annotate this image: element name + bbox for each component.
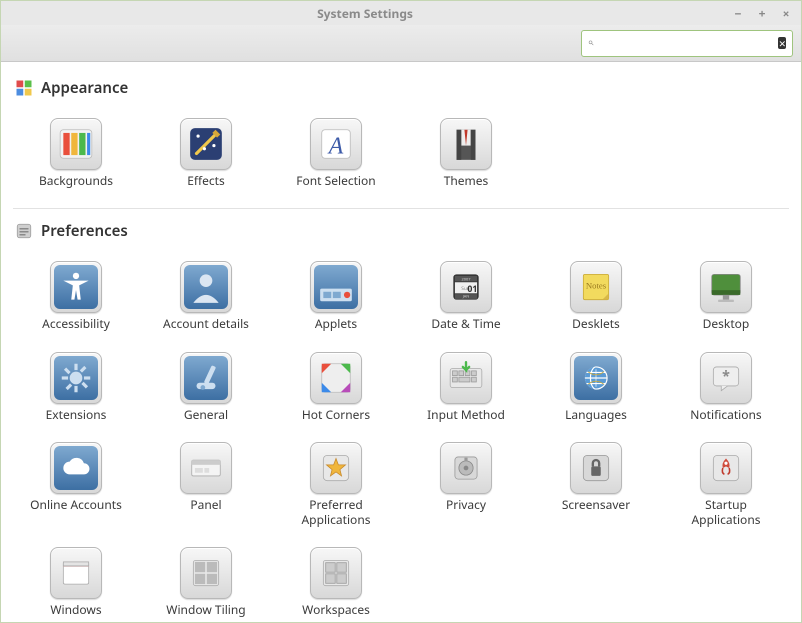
- section-header-preferences: Preferences: [7, 209, 795, 251]
- content: Appearance Backgrounds Effects A Font Selec…: [1, 62, 801, 622]
- svg-text:A: A: [327, 134, 344, 160]
- datetime-icon: 2007Sun01JAN: [440, 261, 492, 313]
- settings-item-privacy[interactable]: Privacy: [401, 438, 531, 531]
- svg-text:01: 01: [467, 283, 477, 295]
- settings-item-effects[interactable]: Effects: [141, 114, 271, 192]
- maximize-button[interactable]: +: [755, 5, 769, 22]
- extensions-icon: [50, 352, 102, 404]
- applets-icon: [310, 261, 362, 313]
- svg-text:2007: 2007: [461, 278, 471, 283]
- desktop-icon: [700, 261, 752, 313]
- preferences-grid: AccessibilityAccount detailsApplets2007S…: [7, 251, 795, 622]
- item-label: Privacy: [446, 498, 486, 512]
- clear-search-button[interactable]: ✕: [778, 37, 786, 49]
- section-title-preferences: Preferences: [41, 221, 128, 241]
- settings-item-tiling[interactable]: Window Tiling: [141, 543, 271, 621]
- item-label: Online Accounts: [30, 498, 122, 512]
- item-label: Desklets: [572, 317, 620, 331]
- item-label: Window Tiling: [166, 603, 245, 617]
- settings-item-workspaces[interactable]: Workspaces: [271, 543, 401, 621]
- settings-item-general[interactable]: General: [141, 348, 271, 426]
- item-label: Input Method: [427, 408, 505, 422]
- appearance-section-icon: [15, 79, 33, 97]
- item-label: Backgrounds: [39, 174, 113, 188]
- general-icon: [180, 352, 232, 404]
- item-label: Startup Applications: [671, 498, 781, 527]
- item-label: Panel: [190, 498, 221, 512]
- settings-item-startup[interactable]: Startup Applications: [661, 438, 791, 531]
- close-button[interactable]: ×: [779, 5, 793, 22]
- settings-item-desktop[interactable]: Desktop: [661, 257, 791, 335]
- settings-item-applets[interactable]: Applets: [271, 257, 401, 335]
- item-label: Accessibility: [42, 317, 110, 331]
- account-icon: [180, 261, 232, 313]
- section-title-appearance: Appearance: [41, 78, 128, 98]
- item-label: Workspaces: [302, 603, 370, 617]
- settings-item-notifications[interactable]: * Notifications: [661, 348, 791, 426]
- themes-icon: [440, 118, 492, 170]
- screensaver-icon: [570, 442, 622, 494]
- settings-item-panel[interactable]: Panel: [141, 438, 271, 531]
- settings-item-account[interactable]: Account details: [141, 257, 271, 335]
- item-label: Windows: [50, 603, 101, 617]
- settings-item-datetime[interactable]: 2007Sun01JAN Date & Time: [401, 257, 531, 335]
- appearance-grid: Backgrounds Effects A Font Selection Themes: [7, 108, 795, 208]
- privacy-icon: [440, 442, 492, 494]
- item-label: General: [184, 408, 228, 422]
- settings-item-screensaver[interactable]: Screensaver: [531, 438, 661, 531]
- settings-item-accessibility[interactable]: Accessibility: [11, 257, 141, 335]
- settings-item-cloud[interactable]: Online Accounts: [11, 438, 141, 531]
- item-label: Desktop: [703, 317, 750, 331]
- windows-icon: [50, 547, 102, 599]
- settings-item-desklets[interactable]: Notes Desklets: [531, 257, 661, 335]
- section-header-appearance: Appearance: [7, 74, 795, 108]
- window-title: System Settings: [9, 5, 721, 22]
- inputmethod-icon: [440, 352, 492, 404]
- settings-item-extensions[interactable]: Extensions: [11, 348, 141, 426]
- search-box[interactable]: ✕: [581, 30, 793, 57]
- cloud-icon: [50, 442, 102, 494]
- hotcorners-icon: [310, 352, 362, 404]
- startup-icon: [700, 442, 752, 494]
- svg-text:JAN: JAN: [462, 295, 470, 300]
- notifications-icon: *: [700, 352, 752, 404]
- settings-item-inputmethod[interactable]: Input Method: [401, 348, 531, 426]
- item-label: Font Selection: [296, 174, 375, 188]
- item-label: Screensaver: [562, 498, 630, 512]
- tiling-icon: [180, 547, 232, 599]
- settings-item-hotcorners[interactable]: Hot Corners: [271, 348, 401, 426]
- item-label: Hot Corners: [302, 408, 370, 422]
- svg-text:*: *: [722, 367, 730, 386]
- titlebar: System Settings − + ×: [1, 1, 801, 25]
- workspaces-icon: [310, 547, 362, 599]
- settings-item-fonts[interactable]: A Font Selection: [271, 114, 401, 192]
- item-label: Effects: [187, 174, 225, 188]
- item-label: Notifications: [690, 408, 761, 422]
- desklets-icon: Notes: [570, 261, 622, 313]
- fonts-icon: A: [310, 118, 362, 170]
- preferences-section-icon: [15, 222, 33, 240]
- svg-text:Notes: Notes: [586, 281, 607, 291]
- backgrounds-icon: [50, 118, 102, 170]
- accessibility-icon: [50, 261, 102, 313]
- item-label: Themes: [444, 174, 489, 188]
- item-label: Applets: [315, 317, 357, 331]
- settings-item-backgrounds[interactable]: Backgrounds: [11, 114, 141, 192]
- item-label: Preferred Applications: [281, 498, 391, 527]
- settings-item-themes[interactable]: Themes: [401, 114, 531, 192]
- effects-icon: [180, 118, 232, 170]
- settings-item-windows[interactable]: Windows: [11, 543, 141, 621]
- item-label: Extensions: [46, 408, 107, 422]
- settings-item-languages[interactable]: Languages: [531, 348, 661, 426]
- settings-item-preferred[interactable]: Preferred Applications: [271, 438, 401, 531]
- item-label: Date & Time: [431, 317, 500, 331]
- item-label: Account details: [163, 317, 249, 331]
- languages-icon: [570, 352, 622, 404]
- search-input[interactable]: [594, 36, 778, 51]
- item-label: Languages: [565, 408, 627, 422]
- toolbar: ✕: [1, 25, 801, 62]
- minimize-button[interactable]: −: [731, 5, 745, 22]
- preferred-icon: [310, 442, 362, 494]
- panel-icon: [180, 442, 232, 494]
